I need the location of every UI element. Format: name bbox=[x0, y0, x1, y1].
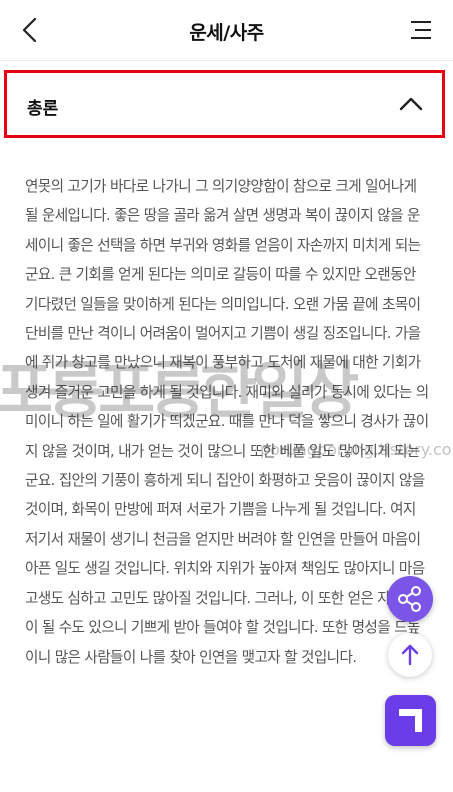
chevron-up-icon bbox=[399, 97, 423, 111]
menu-button[interactable] bbox=[407, 16, 435, 44]
app-shortcut-button[interactable] bbox=[385, 695, 436, 746]
fortune-content: 연못의 고기가 바다로 나가니 그 의기양양함이 참으로 크게 일어나게 될 운… bbox=[25, 172, 429, 672]
scroll-top-button[interactable] bbox=[388, 633, 432, 677]
section-title: 총론 bbox=[27, 99, 59, 119]
arrow-up-icon bbox=[401, 644, 419, 666]
page-title: 운세/사주 bbox=[189, 22, 264, 44]
top-app-bar: 운세/사주 bbox=[0, 0, 453, 61]
share-button[interactable] bbox=[387, 576, 433, 622]
hamburger-menu-icon bbox=[411, 21, 431, 39]
app-logo-icon bbox=[399, 709, 422, 732]
section-header-overview[interactable]: 총론 bbox=[4, 70, 445, 138]
share-icon bbox=[398, 586, 421, 612]
page: 운세/사주 총론 연못의 고기가 바다로 나가니 그 의기양양함이 참으로 크게… bbox=[0, 0, 453, 792]
fortune-paragraph: 연못의 고기가 바다로 나가니 그 의기양양함이 참으로 크게 일어나게 될 운… bbox=[25, 178, 429, 666]
collapse-button[interactable] bbox=[396, 89, 426, 119]
